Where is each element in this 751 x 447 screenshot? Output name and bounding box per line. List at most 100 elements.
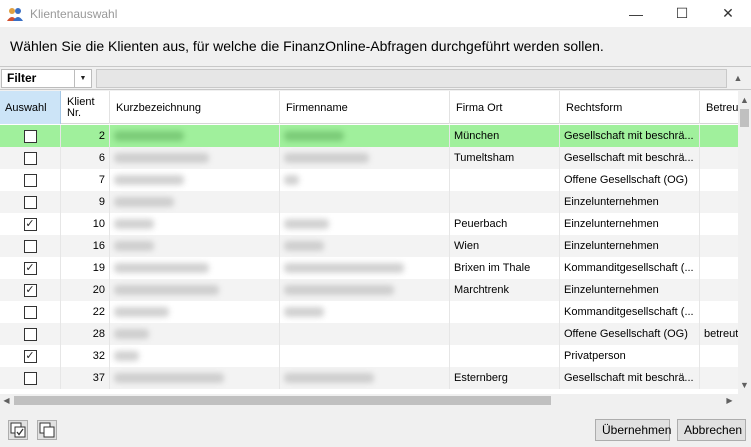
vertical-scroll-thumb[interactable] [740,109,749,127]
klient-nr-cell: 9 [61,191,110,213]
auswahl-checkbox[interactable] [23,305,37,319]
column-header-klient-line2: Nr. [67,106,82,119]
auswahl-cell [0,367,61,389]
betreuer-cell [700,367,738,389]
filter-area[interactable] [96,69,727,88]
table-row[interactable]: ✓ 32 Privatperson [0,345,738,367]
table-row[interactable]: 16 Wien Einzelunternehmen [0,235,738,257]
scroll-up-icon[interactable]: ▲ [738,93,751,107]
kurzbezeichnung-cell [110,213,280,235]
kurzbezeichnung-cell [110,367,280,389]
redacted-text [284,153,369,164]
title-bar: Klientenauswahl — ☐ ✕ [0,0,751,27]
redacted-text [114,131,184,142]
table-row[interactable]: 37 Esternberg Gesellschaft mit beschrä... [0,367,738,389]
uebernehmen-button[interactable]: Übernehmen [595,419,671,441]
auswahl-checkbox[interactable] [23,173,37,187]
klient-nr-cell: 37 [61,367,110,389]
firma-ort-cell: Marchtrenk [450,279,560,301]
rechtsform-cell: Privatperson [560,345,700,367]
column-header-betreuer[interactable]: Betreu [700,91,738,124]
table-row[interactable]: ✓ 10 Peuerbach Einzelunternehmen [0,213,738,235]
grid-rows: 2 München Gesellschaft mit beschrä... 6 Tume… [0,125,738,389]
table-row[interactable]: 6 Tumeltsham Gesellschaft mit beschrä... [0,147,738,169]
firmenname-cell [280,169,450,191]
table-row[interactable]: 28 Offene Gesellschaft (OG) betreut [0,323,738,345]
table-row[interactable]: ✓ 20 Marchtrenk Einzelunternehmen [0,279,738,301]
close-button[interactable]: ✕ [705,0,751,27]
scroll-down-icon[interactable]: ▼ [738,378,751,392]
table-row[interactable]: ✓ 19 Brixen im Thale Kommanditgesellschaft … [0,257,738,279]
firma-ort-cell [450,301,560,323]
firmenname-cell [280,191,450,213]
maximize-button[interactable]: ☐ [659,0,705,27]
vertical-scrollbar[interactable]: ▲ ▼ [738,91,751,394]
firma-ort-cell: Wien [450,235,560,257]
column-header-kurzbezeichnung[interactable]: Kurzbezeichnung [110,91,280,124]
horizontal-scrollbar[interactable]: ◀ ▶ [0,394,738,407]
auswahl-cell: ✓ [0,279,61,301]
select-all-icon [10,422,26,438]
firmenname-cell [280,235,450,257]
auswahl-checkbox[interactable] [23,151,37,165]
scroll-left-icon[interactable]: ◀ [0,394,13,407]
redacted-text [284,175,299,186]
select-all-button[interactable] [8,420,28,440]
redacted-text [284,219,329,230]
firma-ort-cell: Esternberg [450,367,560,389]
klient-nr-cell: 10 [61,213,110,235]
kurzbezeichnung-cell [110,323,280,345]
auswahl-checkbox[interactable]: ✓ [23,261,37,275]
klient-nr-cell: 7 [61,169,110,191]
bottom-bar: Übernehmen Abbrechen [0,407,751,447]
klient-nr-cell: 6 [61,147,110,169]
table-row[interactable]: 9 Einzelunternehmen [0,191,738,213]
abbrechen-button[interactable]: Abbrechen [677,419,746,441]
redacted-text [284,241,324,252]
auswahl-checkbox[interactable]: ✓ [23,217,37,231]
auswahl-cell: ✓ [0,257,61,279]
column-header-firma-ort[interactable]: Firma Ort [450,91,560,124]
column-header-firmenname[interactable]: Firmenname [280,91,450,124]
klient-nr-cell: 19 [61,257,110,279]
scroll-right-icon[interactable]: ▶ [723,394,736,407]
betreuer-cell [700,191,738,213]
betreuer-cell [700,257,738,279]
table-row[interactable]: 22 Kommanditgesellschaft (... [0,301,738,323]
filter-dropdown-button[interactable]: ▼ [75,69,92,88]
auswahl-checkbox[interactable] [23,129,37,143]
betreuer-cell [700,279,738,301]
klient-nr-cell: 28 [61,323,110,345]
rechtsform-cell: Offene Gesellschaft (OG) [560,169,700,191]
collapse-filter-icon[interactable]: ▲ [729,69,747,88]
auswahl-checkbox[interactable]: ✓ [23,349,37,363]
redacted-text [114,307,169,318]
column-header-rechtsform[interactable]: Rechtsform [560,91,700,124]
deselect-all-button[interactable] [37,420,57,440]
auswahl-checkbox[interactable] [23,327,37,341]
redacted-text [284,307,324,318]
filter-label[interactable]: Filter [1,69,75,88]
firmenname-cell [280,367,450,389]
firma-ort-cell [450,345,560,367]
redacted-text [114,219,154,230]
table-row[interactable]: 7 Offene Gesellschaft (OG) [0,169,738,191]
betreuer-cell [700,235,738,257]
column-header-klient-nr[interactable]: Klient Nr. [61,91,110,124]
kurzbezeichnung-cell [110,169,280,191]
horizontal-scroll-thumb[interactable] [14,396,551,405]
kurzbezeichnung-cell [110,345,280,367]
rechtsform-cell: Kommanditgesellschaft (... [560,257,700,279]
table-row[interactable]: 2 München Gesellschaft mit beschrä... [0,125,738,147]
auswahl-checkbox[interactable] [23,239,37,253]
column-header-auswahl[interactable]: Auswahl [0,91,61,124]
auswahl-checkbox[interactable]: ✓ [23,283,37,297]
firmenname-cell [280,323,450,345]
instruction-text: Wählen Sie die Klienten aus, für welche … [0,27,751,65]
auswahl-cell [0,125,61,147]
redacted-text [114,197,174,208]
betreuer-cell [700,213,738,235]
minimize-button[interactable]: — [613,0,659,27]
auswahl-checkbox[interactable] [23,371,37,385]
auswahl-checkbox[interactable] [23,195,37,209]
